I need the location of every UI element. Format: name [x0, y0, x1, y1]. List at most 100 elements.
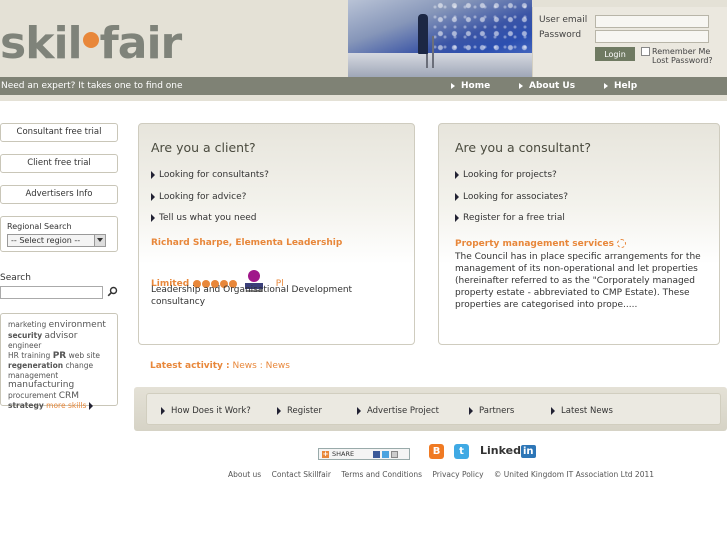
- bottom-navbar-inner: How Does it Work? Register Advertise Pro…: [146, 393, 721, 425]
- tag-engineer[interactable]: engineer: [8, 341, 41, 350]
- tell-us-what-you-need-link[interactable]: Tell us what you need: [151, 213, 256, 223]
- twitter-icon[interactable]: t: [454, 444, 469, 459]
- regional-search-label: Regional Search: [7, 222, 72, 231]
- header: skil fair User email Password Login Remem…: [0, 0, 727, 77]
- featured-consultant-name[interactable]: Richard Sharpe, Elementa Leadership: [151, 238, 342, 248]
- client-free-trial-button[interactable]: Client free trial: [0, 154, 118, 173]
- latest-news-link-2[interactable]: News: [266, 361, 290, 371]
- arrow-right-icon: [151, 213, 155, 222]
- how-does-it-work-link[interactable]: How Does it Work?: [161, 406, 251, 416]
- tag-web-site[interactable]: web site: [69, 351, 100, 360]
- tag-strategy[interactable]: strategy: [8, 401, 44, 410]
- email-mini-icon: [391, 451, 398, 458]
- search-icon[interactable]: [107, 286, 118, 297]
- nav-about-us-label: About Us: [529, 81, 576, 91]
- arrow-right-icon: [604, 82, 608, 89]
- password-field[interactable]: [595, 30, 709, 43]
- search-input[interactable]: [0, 286, 103, 299]
- consultant-free-trial-button[interactable]: Consultant free trial: [0, 123, 118, 142]
- client-panel-title: Are you a client?: [151, 140, 256, 155]
- footer-contact-link[interactable]: Contact Skillfair: [272, 470, 331, 479]
- login-button[interactable]: Login: [595, 47, 635, 61]
- latest-activity-label: Latest activity :: [150, 361, 230, 371]
- remember-me-label: Remember Me: [652, 47, 711, 56]
- user-email-field[interactable]: [595, 15, 709, 28]
- link-label: Advertise Project: [367, 406, 439, 416]
- tag-security[interactable]: security: [8, 331, 42, 340]
- arrow-right-icon: [455, 170, 459, 179]
- looking-for-consultants-link[interactable]: Looking for consultants?: [151, 170, 269, 180]
- tagline: Need an expert? It takes one to find one: [1, 81, 183, 91]
- facebook-mini-icon: [373, 451, 380, 458]
- footer-terms-link[interactable]: Terms and Conditions: [341, 470, 422, 479]
- advertise-project-link[interactable]: Advertise Project: [357, 406, 439, 416]
- footer: About us Contact Skillfair Terms and Con…: [228, 470, 662, 479]
- arrow-right-icon: [519, 82, 523, 89]
- tag-manufacturing[interactable]: manufacturing: [8, 380, 74, 390]
- main-navbar: Need an expert? It takes one to find one…: [0, 77, 727, 95]
- arrow-right-icon: [89, 402, 94, 410]
- banner-ground: [348, 53, 532, 77]
- looking-for-advice-link[interactable]: Looking for advice?: [151, 192, 246, 202]
- lost-password-link[interactable]: Lost Password?: [641, 56, 713, 65]
- nav-help[interactable]: Help: [604, 81, 637, 91]
- share-label: SHARE: [332, 450, 355, 458]
- linkedin-link[interactable]: Linked in: [480, 444, 536, 458]
- remember-me-checkbox[interactable]: [641, 47, 650, 56]
- linkedin-text: Linked: [480, 444, 521, 457]
- link-label: Register: [287, 406, 322, 416]
- register-link[interactable]: Register: [277, 406, 322, 416]
- latest-news-link-1[interactable]: News: [233, 361, 257, 371]
- tag-procurement[interactable]: procurement: [8, 391, 56, 400]
- tag-advisor[interactable]: advisor: [44, 331, 77, 341]
- user-email-label: User email: [539, 15, 588, 25]
- client-panel: Are you a client? Looking for consultant…: [138, 123, 415, 345]
- register-free-trial-link[interactable]: Register for a free trial: [455, 213, 565, 223]
- featured-consultant-description: Leadership and Organisational Developmen…: [151, 285, 353, 307]
- link-label: Looking for projects?: [463, 170, 557, 180]
- arrow-right-icon: [551, 406, 555, 415]
- footer-about-us-link[interactable]: About us: [228, 470, 261, 479]
- partners-link[interactable]: Partners: [469, 406, 514, 416]
- nav-about-us[interactable]: About Us: [519, 81, 575, 91]
- blogger-icon[interactable]: B: [429, 444, 444, 459]
- tag-regeneration[interactable]: regeneration: [8, 361, 63, 370]
- link-label: Looking for associates?: [463, 192, 568, 202]
- link-label: Tell us what you need: [159, 213, 257, 223]
- login-panel: User email Password Login Remember Me Lo…: [532, 7, 727, 77]
- nav-home[interactable]: Home: [451, 81, 490, 91]
- advertisers-info-button[interactable]: Advertisers Info: [0, 185, 118, 204]
- arrow-right-icon: [277, 406, 281, 415]
- latest-activity: Latest activity : News : News: [150, 361, 290, 371]
- chevron-down-icon[interactable]: [94, 235, 105, 246]
- tag-marketing[interactable]: marketing: [8, 320, 46, 329]
- logo-dot-icon: [82, 32, 99, 48]
- skillfair-logo[interactable]: skil fair: [0, 18, 182, 69]
- looking-for-projects-link[interactable]: Looking for projects?: [455, 170, 557, 180]
- more-skills-link[interactable]: more skills: [46, 401, 86, 410]
- share-button[interactable]: + SHARE: [318, 448, 410, 460]
- password-label: Password: [539, 30, 582, 40]
- remember-me: Remember Me Lost Password?: [641, 47, 725, 65]
- arrow-right-icon: [151, 170, 155, 179]
- consultant-panel: Are you a consultant? Looking for projec…: [438, 123, 720, 345]
- tag-crm[interactable]: CRM: [59, 391, 79, 401]
- link-label: Looking for advice?: [159, 192, 247, 202]
- tag-environment[interactable]: environment: [49, 320, 106, 330]
- tag-hr-training[interactable]: HR training: [8, 351, 50, 360]
- arrow-right-icon: [455, 192, 459, 201]
- skills-tag-cloud: marketing environment security advisor e…: [0, 313, 118, 410]
- logo-text-left: skil: [0, 18, 83, 69]
- link-label: Looking for consultants?: [159, 170, 269, 180]
- link-label: How Does it Work?: [171, 406, 251, 416]
- featured-project-description: The Council has in place specific arrang…: [455, 252, 701, 310]
- nav-home-label: Home: [461, 81, 491, 91]
- looking-for-associates-link[interactable]: Looking for associates?: [455, 192, 568, 202]
- footer-privacy-link[interactable]: Privacy Policy: [432, 470, 483, 479]
- region-select[interactable]: -- Select region --: [7, 234, 106, 247]
- tag-pr[interactable]: PR: [53, 351, 67, 361]
- search-label: Search: [0, 273, 31, 283]
- featured-project-title[interactable]: Property management services: [455, 239, 614, 249]
- latest-news-link[interactable]: Latest News: [551, 406, 613, 416]
- nav-help-label: Help: [614, 81, 638, 91]
